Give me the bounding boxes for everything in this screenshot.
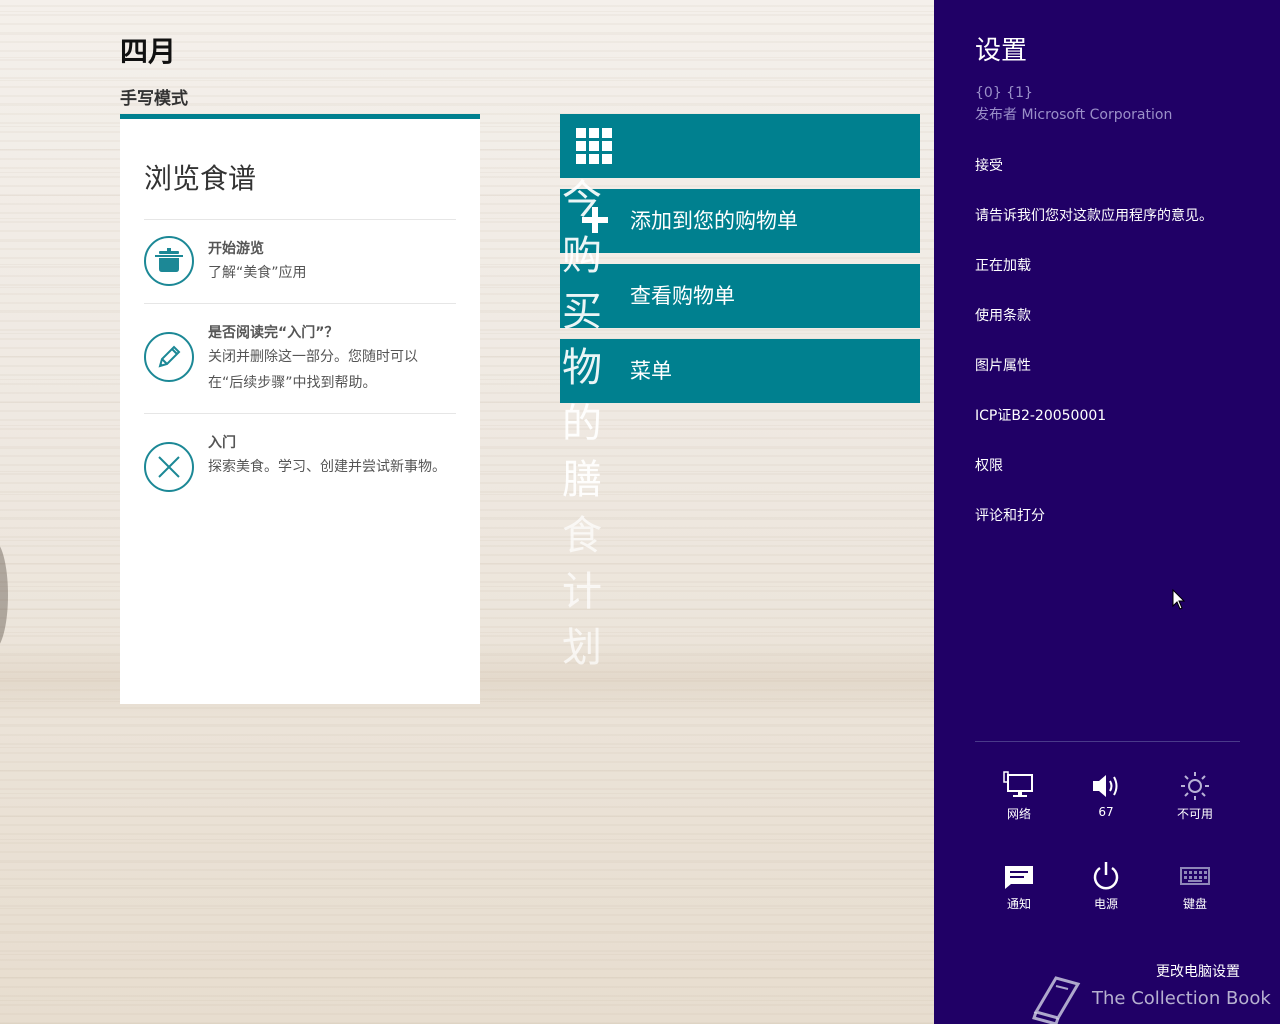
brightness-icon xyxy=(1181,772,1209,800)
settings-link-feedback[interactable]: 请告诉我们您对这款应用程序的意见。 xyxy=(975,205,1213,225)
notifications-button[interactable]: 通知 xyxy=(984,861,1054,912)
item-head: 是否阅读完“入门”？ xyxy=(208,325,339,341)
list-item-tour[interactable]: 开始游览 了解“美食”应用 xyxy=(144,219,456,303)
card-title[interactable]: 浏览食谱 xyxy=(144,157,256,197)
network-button[interactable]: 网络 xyxy=(984,771,1054,822)
settings-link-permissions[interactable]: 权限 xyxy=(975,455,1003,475)
grid-icon xyxy=(576,128,612,164)
notification-icon xyxy=(1005,866,1033,889)
quick-label: 电源 xyxy=(1093,897,1118,911)
quick-label: 67 xyxy=(1098,805,1114,819)
vertical-char: 物 xyxy=(562,345,602,391)
mode-label: 手写模式 xyxy=(120,89,188,109)
publisher: 发布者 Microsoft Corporation xyxy=(975,107,1173,123)
vertical-char: 计 xyxy=(562,569,602,615)
add-to-shopping-list-button[interactable]: 添加到您的购物单 xyxy=(560,189,920,253)
cooking-pot-icon xyxy=(144,236,194,286)
vertical-char: 买 xyxy=(562,289,602,335)
quick-label: 不可用 xyxy=(1176,807,1213,821)
network-icon xyxy=(1003,771,1033,797)
getting-started-card: 浏览食谱 开始游览 了解“美食”应用 是否阅读完“入门”？ 关闭并删除这一部分。… xyxy=(120,114,480,704)
item-body: 关闭并删除这一部分。您随时可以在“后续步骤”中找到帮助。 xyxy=(208,349,418,391)
settings-link-icp[interactable]: ICP证B2-20050001 xyxy=(975,405,1106,425)
vertical-char: 膳 xyxy=(562,457,602,503)
speaker-icon xyxy=(1093,775,1118,797)
menu-button[interactable]: 菜单 xyxy=(560,339,920,403)
vertical-title: 今 购 买 物 的 膳 食 计 划 xyxy=(560,172,604,676)
vertical-char: 购 xyxy=(562,233,602,279)
settings-link-image-attribution[interactable]: 图片属性 xyxy=(975,355,1031,375)
volume-button[interactable]: 67 xyxy=(1071,771,1141,819)
vertical-char: 食 xyxy=(562,513,602,559)
quick-label: 通知 xyxy=(1006,897,1031,911)
watermark: The Collection Book xyxy=(1028,974,1271,1024)
app-version: {0} {1} xyxy=(975,85,1033,101)
power-button[interactable]: 电源 xyxy=(1071,861,1141,912)
settings-link-terms[interactable]: 使用条款 xyxy=(975,305,1031,325)
tile-label: 菜单 xyxy=(630,359,672,383)
vertical-char: 的 xyxy=(562,401,602,447)
brightness-button: 不可用 xyxy=(1160,771,1230,822)
vertical-char: 今 xyxy=(562,177,602,223)
book-icon xyxy=(1032,976,1081,1024)
view-shopping-list-button[interactable]: 查看购物单 xyxy=(560,264,920,328)
item-head: 入门 xyxy=(208,435,236,451)
grid-tile[interactable] xyxy=(560,114,920,178)
pencil-icon xyxy=(144,332,194,382)
keyboard-button[interactable]: 键盘 xyxy=(1160,861,1230,912)
list-item-getting-started[interactable]: 入门 探索美食。学习、创建并尝试新事物。 xyxy=(144,413,456,523)
settings-divider xyxy=(975,741,1240,742)
mouse-cursor-icon xyxy=(1172,589,1186,610)
item-body: 了解“美食”应用 xyxy=(208,265,307,281)
quick-label: 键盘 xyxy=(1182,897,1207,911)
quick-label: 网络 xyxy=(1006,807,1031,821)
settings-link-rate-review[interactable]: 评论和打分 xyxy=(975,505,1045,525)
settings-pane: 设置 {0} {1} 发布者 Microsoft Corporation 接受 … xyxy=(934,0,1280,1024)
keyboard-icon xyxy=(1180,867,1210,885)
settings-title: 设置 xyxy=(975,36,1028,66)
tile-label: 查看购物单 xyxy=(630,284,735,308)
item-head: 开始游览 xyxy=(208,241,264,257)
watermark-text: The Collection Book xyxy=(1092,988,1271,1009)
vertical-char: 划 xyxy=(562,625,602,671)
list-item-dismiss[interactable]: 是否阅读完“入门”？ 关闭并删除这一部分。您随时可以在“后续步骤”中找到帮助。 xyxy=(144,303,456,413)
tile-label: 添加到您的购物单 xyxy=(630,209,798,233)
page-title: 四月 xyxy=(120,35,177,68)
settings-link-loading[interactable]: 正在加载 xyxy=(975,255,1031,275)
power-icon xyxy=(1093,862,1119,890)
item-body: 探索美食。学习、创建并尝试新事物。 xyxy=(208,459,446,475)
settings-link-accept[interactable]: 接受 xyxy=(975,155,1003,175)
close-icon xyxy=(144,442,194,492)
